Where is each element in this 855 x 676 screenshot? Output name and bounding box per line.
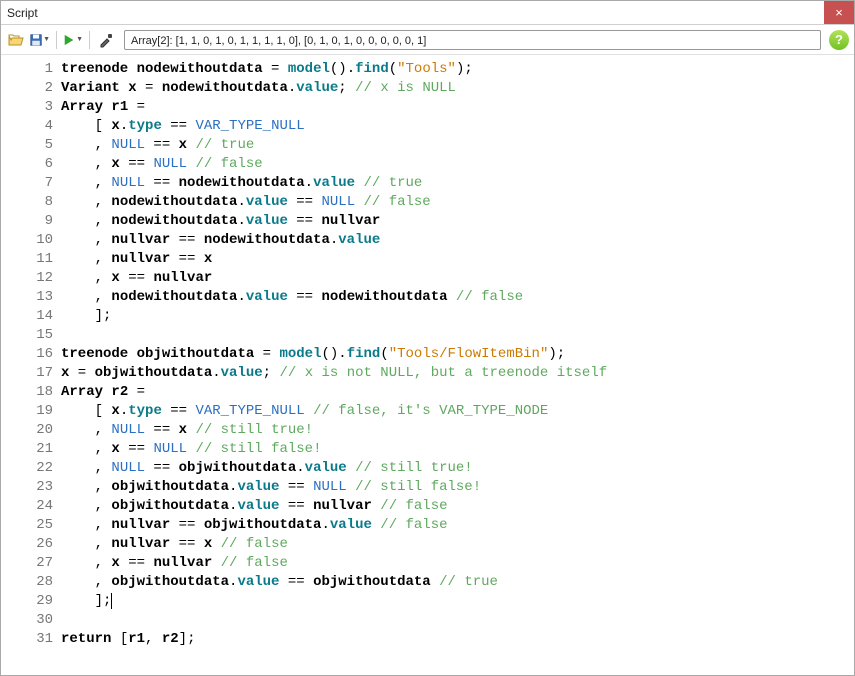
line-number: 17 xyxy=(1,364,53,383)
eyedropper-icon xyxy=(98,32,114,48)
line-number: 15 xyxy=(1,326,53,345)
help-button[interactable]: ? xyxy=(829,30,849,50)
titlebar: Script × xyxy=(1,1,854,25)
line-number: 10 xyxy=(1,231,53,250)
line-number: 24 xyxy=(1,497,53,516)
chevron-down-icon: ▼ xyxy=(43,36,50,43)
code-line[interactable]: , objwithoutdata.value == objwithoutdata… xyxy=(61,573,854,592)
code-line[interactable]: , NULL == nodewithoutdata.value // true xyxy=(61,174,854,193)
code-line[interactable]: treenode nodewithoutdata = model().find(… xyxy=(61,60,854,79)
code-line[interactable]: [ x.type == VAR_TYPE_NULL xyxy=(61,117,854,136)
line-number: 1 xyxy=(1,60,53,79)
line-number: 3 xyxy=(1,98,53,117)
line-number: 20 xyxy=(1,421,53,440)
line-number: 22 xyxy=(1,459,53,478)
line-number: 14 xyxy=(1,307,53,326)
save-button[interactable]: ▼ xyxy=(30,30,50,50)
toolbar: ▼ ▼ Array[2]: [1, 1, 0, 1, 0, 1, 1, 1, 1… xyxy=(1,25,854,55)
code-line[interactable]: Array r1 = xyxy=(61,98,854,117)
line-number: 21 xyxy=(1,440,53,459)
line-number: 2 xyxy=(1,79,53,98)
code-line[interactable]: , nullvar == x // false xyxy=(61,535,854,554)
close-icon: × xyxy=(835,5,843,20)
code-editor[interactable]: 1234567891011121314151617181920212223242… xyxy=(1,55,854,675)
close-button[interactable]: × xyxy=(824,1,854,24)
line-number: 7 xyxy=(1,174,53,193)
code-line[interactable]: , x == NULL // false xyxy=(61,155,854,174)
code-line[interactable]: , x == nullvar xyxy=(61,269,854,288)
code-line[interactable]: , x == nullvar // false xyxy=(61,554,854,573)
open-file-button[interactable] xyxy=(6,30,26,50)
code-line[interactable]: ]; xyxy=(61,307,854,326)
code-line[interactable]: , NULL == x // true xyxy=(61,136,854,155)
sampler-button[interactable] xyxy=(96,30,116,50)
line-number: 16 xyxy=(1,345,53,364)
folder-open-icon xyxy=(8,32,24,48)
code-line[interactable]: , objwithoutdata.value == nullvar // fal… xyxy=(61,497,854,516)
code-line[interactable]: , nodewithoutdata.value == nodewithoutda… xyxy=(61,288,854,307)
floppy-disk-icon xyxy=(30,32,42,48)
code-line[interactable]: return [r1, r2]; xyxy=(61,630,854,649)
code-line[interactable]: , nodewithoutdata.value == NULL // false xyxy=(61,193,854,212)
line-number: 25 xyxy=(1,516,53,535)
code-line[interactable]: ]; xyxy=(61,592,854,611)
line-number: 23 xyxy=(1,478,53,497)
help-icon: ? xyxy=(835,32,843,47)
code-content[interactable]: treenode nodewithoutdata = model().find(… xyxy=(61,60,854,675)
line-number: 8 xyxy=(1,193,53,212)
line-number: 18 xyxy=(1,383,53,402)
code-line[interactable]: [ x.type == VAR_TYPE_NULL // false, it's… xyxy=(61,402,854,421)
line-number: 30 xyxy=(1,611,53,630)
code-line[interactable]: , nodewithoutdata.value == nullvar xyxy=(61,212,854,231)
line-number: 4 xyxy=(1,117,53,136)
code-line[interactable]: , nullvar == nodewithoutdata.value xyxy=(61,231,854,250)
line-number: 13 xyxy=(1,288,53,307)
code-line[interactable]: , NULL == objwithoutdata.value // still … xyxy=(61,459,854,478)
line-number: 29 xyxy=(1,592,53,611)
line-number: 9 xyxy=(1,212,53,231)
separator xyxy=(89,31,90,49)
separator xyxy=(56,31,57,49)
line-number: 28 xyxy=(1,573,53,592)
code-line[interactable] xyxy=(61,611,854,630)
code-line[interactable]: Array r2 = xyxy=(61,383,854,402)
window-title: Script xyxy=(7,6,38,20)
code-line[interactable]: , nullvar == x xyxy=(61,250,854,269)
line-number: 26 xyxy=(1,535,53,554)
line-number: 12 xyxy=(1,269,53,288)
code-line[interactable]: treenode objwithoutdata = model().find("… xyxy=(61,345,854,364)
line-number: 6 xyxy=(1,155,53,174)
code-line[interactable] xyxy=(61,326,854,345)
chevron-down-icon: ▼ xyxy=(76,36,83,43)
code-line[interactable]: , nullvar == objwithoutdata.value // fal… xyxy=(61,516,854,535)
line-number: 11 xyxy=(1,250,53,269)
line-number: 19 xyxy=(1,402,53,421)
line-number: 5 xyxy=(1,136,53,155)
code-line[interactable]: x = objwithoutdata.value; // x is not NU… xyxy=(61,364,854,383)
result-output[interactable]: Array[2]: [1, 1, 0, 1, 0, 1, 1, 1, 1, 0]… xyxy=(124,30,821,50)
run-button[interactable]: ▼ xyxy=(63,30,83,50)
code-line[interactable]: , NULL == x // still true! xyxy=(61,421,854,440)
line-number: 27 xyxy=(1,554,53,573)
code-line[interactable]: , objwithoutdata.value == NULL // still … xyxy=(61,478,854,497)
code-line[interactable]: Variant x = nodewithoutdata.value; // x … xyxy=(61,79,854,98)
line-number-gutter: 1234567891011121314151617181920212223242… xyxy=(1,60,61,675)
titlebar-buttons: × xyxy=(824,1,854,24)
code-line[interactable]: , x == NULL // still false! xyxy=(61,440,854,459)
line-number: 31 xyxy=(1,630,53,649)
play-icon xyxy=(63,33,75,47)
